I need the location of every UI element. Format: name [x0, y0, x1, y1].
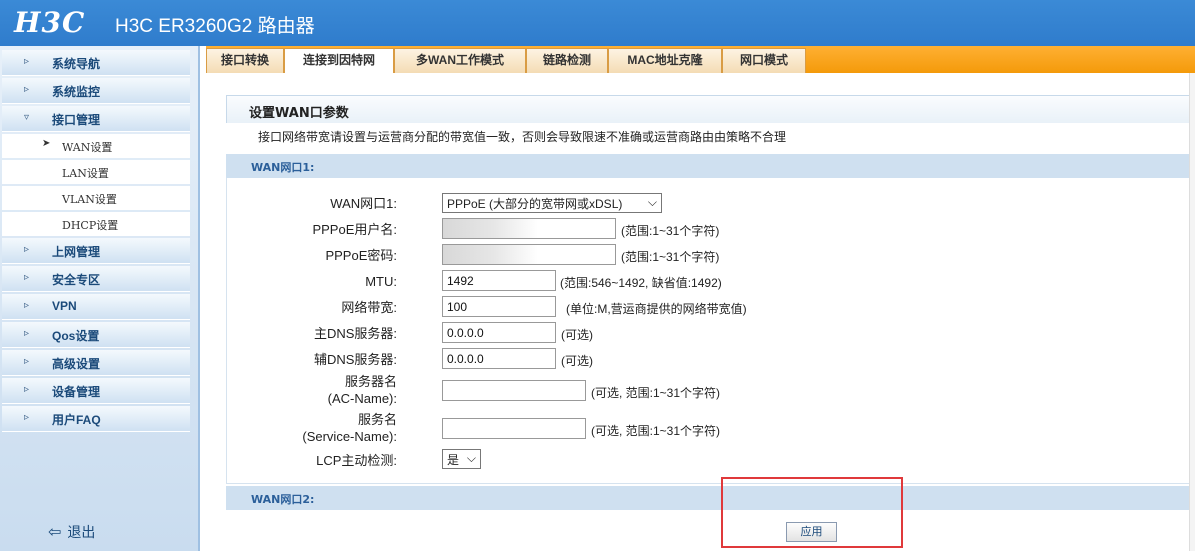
bandwidth-hint: (单位:M,营运商提供的网络带宽值) — [566, 302, 747, 316]
dns1-hint: (可选) — [561, 328, 593, 342]
tab-interface-convert[interactable]: 接口转换 — [206, 48, 284, 73]
sidebar-item-internet-mgmt[interactable]: ▹ 上网管理 — [2, 238, 190, 264]
arrow-icon: ▹ — [24, 84, 30, 95]
sidebar-item-label: 用户FAQ — [52, 413, 101, 427]
sidebar-subitem-dhcp[interactable]: DHCP设置 — [2, 212, 190, 236]
tab-link-detect[interactable]: 链路检测 — [526, 48, 608, 73]
tab-connect-internet[interactable]: 连接到因特网 — [284, 48, 394, 74]
sidebar-subitem-label: VLAN设置 — [62, 193, 117, 206]
h3c-logo: H3C — [14, 6, 86, 39]
arrow-icon: ▹ — [24, 56, 30, 67]
sidebar-item-label: VPN — [52, 299, 77, 313]
arrow-icon: ▹ — [24, 244, 30, 255]
bandwidth-notice: 接口网络带宽请设置与运营商分配的带宽值一致，否则会导致限速不准确或运营商路由由策… — [258, 130, 787, 144]
lcp-select[interactable]: 是 ⌵ — [442, 449, 481, 469]
wan-port-label: WAN网口1: — [330, 196, 397, 211]
sidebar-item-label: 设备管理 — [52, 385, 101, 399]
lcp-label: LCP主动检测: — [316, 453, 397, 468]
service-name-input[interactable] — [442, 418, 586, 439]
sidebar-item-faq[interactable]: ▹ 用户FAQ — [2, 406, 190, 432]
sidebar-item-advanced[interactable]: ▹ 高级设置 — [2, 350, 190, 376]
pppoe-user-label: PPPoE用户名: — [312, 222, 397, 237]
bandwidth-label: 网络带宽: — [341, 300, 397, 315]
pppoe-user-input[interactable] — [442, 218, 616, 239]
logout-button[interactable]: ⇦ 退出 — [48, 522, 95, 542]
sidebar-subitem-lan[interactable]: LAN设置 — [2, 160, 190, 184]
logout-icon: ⇦ — [48, 522, 62, 541]
sidebar-item-label: Qos设置 — [52, 329, 100, 343]
dns1-input[interactable] — [442, 322, 556, 343]
pppoe-user-hint: (范围:1~31个字符) — [621, 224, 720, 238]
current-arrow-icon: ➤ — [42, 138, 51, 149]
section-wan2[interactable]: WAN网口2: — [226, 486, 1195, 510]
section-wan2-label: WAN网口2: — [251, 493, 315, 506]
sidebar-item-label: 上网管理 — [52, 245, 101, 259]
dns2-label: 辅DNS服务器: — [313, 352, 397, 367]
arrow-icon: ▹ — [24, 356, 30, 367]
pppoe-pass-input[interactable] — [442, 244, 616, 265]
ac-name-hint: (可选, 范围:1~31个字符) — [591, 386, 721, 400]
sidebar-item-label: 高级设置 — [52, 357, 101, 371]
arrow-down-icon: ▿ — [24, 112, 30, 123]
sidebar-item-label: 系统监控 — [52, 85, 101, 99]
mtu-input[interactable] — [442, 270, 556, 291]
dns1-label: 主DNS服务器: — [313, 326, 397, 341]
logout-label: 退出 — [67, 525, 96, 541]
lcp-value: 是 — [447, 453, 460, 467]
panel-title-bar: 设置WAN口参数 — [226, 95, 1195, 123]
pppoe-pass-label: PPPoE密码: — [325, 248, 397, 263]
mtu-label: MTU: — [365, 274, 397, 289]
scrollbar[interactable] — [1189, 73, 1195, 551]
service-name-label-line2: (Service-Name): — [302, 429, 397, 444]
arrow-icon: ▹ — [24, 300, 30, 311]
app-header: H3C H3C ER3260G2 路由器 — [0, 0, 1195, 46]
tab-mac-clone[interactable]: MAC地址克隆 — [608, 48, 722, 73]
wan-port-select[interactable]: PPPoE (大部分的宽带网或xDSL) ⌵ — [442, 193, 662, 213]
service-name-hint: (可选, 范围:1~31个字符) — [591, 424, 721, 438]
chevron-down-icon: ⌵ — [647, 195, 657, 209]
dns2-hint: (可选) — [561, 354, 593, 368]
sidebar-item-security[interactable]: ▹ 安全专区 — [2, 266, 190, 292]
tab-multi-wan[interactable]: 多WAN工作模式 — [394, 48, 526, 73]
sidebar-subitem-label: WAN设置 — [62, 141, 113, 154]
sidebar-subitem-label: DHCP设置 — [62, 219, 119, 232]
sidebar-item-device-mgmt[interactable]: ▹ 设备管理 — [2, 378, 190, 404]
pppoe-pass-hint: (范围:1~31个字符) — [621, 250, 720, 264]
bandwidth-input[interactable] — [442, 296, 556, 317]
wan-port-value: PPPoE (大部分的宽带网或xDSL) — [447, 197, 623, 211]
app-title: H3C ER3260G2 路由器 — [115, 16, 315, 37]
annotation-highlight-box — [721, 477, 903, 548]
sidebar-item-label: 安全专区 — [52, 273, 101, 287]
sidebar-item-qos[interactable]: ▹ Qos设置 — [2, 322, 190, 348]
arrow-icon: ▹ — [24, 272, 30, 283]
panel-title: 设置WAN口参数 — [249, 106, 349, 121]
sidebar-subitem-wan[interactable]: ➤ WAN设置 — [2, 134, 190, 158]
arrow-icon: ▹ — [24, 384, 30, 395]
tab-port-mode[interactable]: 网口模式 — [722, 48, 806, 73]
sidebar-subitem-label: LAN设置 — [62, 167, 109, 180]
ac-name-label-line1: 服务器名 — [344, 374, 397, 389]
sidebar-subitem-vlan[interactable]: VLAN设置 — [2, 186, 190, 210]
dns2-input[interactable] — [442, 348, 556, 369]
arrow-icon: ▹ — [24, 328, 30, 339]
mtu-hint: (范围:546~1492, 缺省值:1492) — [560, 276, 722, 290]
ac-name-input[interactable] — [442, 380, 586, 401]
sidebar-item-interface-mgmt[interactable]: ▿ 接口管理 — [2, 106, 190, 132]
chevron-down-icon: ⌵ — [466, 451, 476, 465]
ac-name-label-line2: (AC-Name): — [327, 391, 397, 406]
service-name-label-line1: 服务名 — [357, 412, 397, 427]
sidebar-item-system-nav[interactable]: ▹ 系统导航 — [2, 50, 190, 76]
sidebar-item-label: 接口管理 — [52, 113, 101, 127]
arrow-icon: ▹ — [24, 412, 30, 423]
section-wan1-label: WAN网口1: — [251, 161, 315, 174]
sidebar-item-vpn[interactable]: ▹ VPN — [2, 294, 190, 320]
section-wan1[interactable]: WAN网口1: — [226, 154, 1195, 178]
sidebar-item-system-monitor[interactable]: ▹ 系统监控 — [2, 78, 190, 104]
sidebar-item-label: 系统导航 — [52, 57, 101, 71]
